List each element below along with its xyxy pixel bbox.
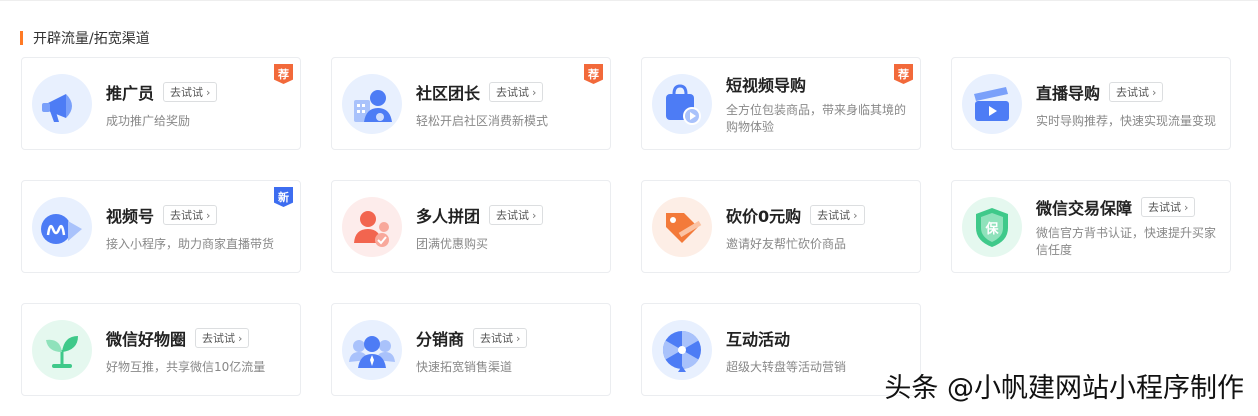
chevron-right-icon: › <box>532 208 537 222</box>
shopping-bag-play-icon <box>652 74 712 134</box>
chevron-right-icon: › <box>532 85 537 99</box>
card-short-video-guide[interactable]: 短视频导购 全方位包装商品，带来身临其境的购物体验 荐 <box>641 57 921 150</box>
try-button[interactable]: 去试试 › <box>473 328 528 348</box>
price-tag-cut-icon <box>652 197 712 257</box>
chevron-right-icon: › <box>238 331 243 345</box>
card-description: 微信官方背书认证，快速提升买家信任度 <box>1036 226 1217 257</box>
try-button[interactable]: 去试试 › <box>1109 82 1164 102</box>
card-description: 轻松开启社区消费新模式 <box>416 114 549 128</box>
video-channel-icon <box>32 197 92 257</box>
card-title: 砍价0元购 <box>726 207 802 226</box>
chevron-right-icon: › <box>1152 85 1157 99</box>
card-wechat-trade-guarantee[interactable]: 保 微信交易保障 去试试 › 微信官方背书认证，快速提升买家信任度 <box>951 180 1231 273</box>
card-description: 快速拓宽销售渠道 <box>416 360 513 374</box>
chevron-right-icon: › <box>1184 200 1189 214</box>
chevron-right-icon: › <box>853 208 858 222</box>
card-title: 短视频导购 <box>726 76 807 95</box>
card-distributor[interactable]: 分销商 去试试 › 快速拓宽销售渠道 <box>331 303 611 396</box>
recommend-badge: 荐 <box>584 64 603 84</box>
sprout-icon <box>32 320 92 380</box>
try-button[interactable]: 去试试 › <box>163 205 218 225</box>
card-title: 微信好物圈 <box>106 330 187 349</box>
try-button[interactable]: 去试试 › <box>489 82 544 102</box>
shield-icon: 保 <box>962 197 1022 257</box>
card-description: 成功推广给奖励 <box>106 114 191 128</box>
community-leader-icon <box>342 74 402 134</box>
clapperboard-icon <box>962 74 1022 134</box>
card-video-channel[interactable]: 视频号 去试试 › 接入小程序，助力商家直播带货 新 <box>21 180 301 273</box>
card-description: 团满优惠购买 <box>416 237 489 251</box>
try-button[interactable]: 去试试 › <box>810 205 865 225</box>
card-title: 互动活动 <box>726 330 791 349</box>
card-live-guide[interactable]: 直播导购 去试试 › 实时导购推荐，快速实现流量变现 <box>951 57 1231 150</box>
top-divider <box>0 0 1258 1</box>
card-bargain[interactable]: 砍价0元购 去试试 › 邀请好友帮忙砍价商品 <box>641 180 921 273</box>
recommend-badge: 荐 <box>274 64 293 84</box>
chevron-right-icon: › <box>206 208 211 222</box>
card-description: 全方位包装商品，带来身临其境的购物体验 <box>726 103 907 134</box>
card-community-leader[interactable]: 社区团长 去试试 › 轻松开启社区消费新模式 荐 <box>331 57 611 150</box>
watermark-text: 头条 @小帆建网站小程序制作 <box>884 373 1244 404</box>
try-button[interactable]: 去试试 › <box>163 82 218 102</box>
section-title: 开辟流量/拓宽渠道 <box>20 29 150 47</box>
try-button[interactable]: 去试试 › <box>489 205 544 225</box>
card-title: 直播导购 <box>1036 84 1101 103</box>
shield-icon-text: 保 <box>984 221 999 237</box>
card-interactive-activity[interactable]: 互动活动 超级大转盘等活动营销 <box>641 303 921 396</box>
section-title-text: 开辟流量/拓宽渠道 <box>33 31 150 47</box>
card-description: 邀请好友帮忙砍价商品 <box>726 237 847 251</box>
card-title: 分销商 <box>416 330 465 349</box>
card-promoter[interactable]: 推广员 去试试 › 成功推广给奖励 荐 <box>21 57 301 150</box>
card-title: 微信交易保障 <box>1036 199 1133 218</box>
card-title: 推广员 <box>106 84 155 103</box>
card-title: 视频号 <box>106 207 155 226</box>
recommend-badge: 荐 <box>894 64 913 84</box>
chevron-right-icon: › <box>206 85 211 99</box>
card-description: 好物互推，共享微信10亿流量 <box>106 360 266 374</box>
group-buy-users-icon <box>342 197 402 257</box>
try-button[interactable]: 去试试 › <box>195 328 250 348</box>
distributor-users-icon <box>342 320 402 380</box>
card-wechat-good-things[interactable]: 微信好物圈 去试试 › 好物互推，共享微信10亿流量 <box>21 303 301 396</box>
card-description: 接入小程序，助力商家直播带货 <box>106 237 275 251</box>
card-title: 社区团长 <box>416 84 481 103</box>
chevron-right-icon: › <box>516 331 521 345</box>
megaphone-icon <box>32 74 92 134</box>
card-group-buy[interactable]: 多人拼团 去试试 › 团满优惠购买 <box>331 180 611 273</box>
section-title-accent-bar <box>20 31 23 45</box>
try-button[interactable]: 去试试 › <box>1141 197 1196 217</box>
new-badge: 新 <box>274 187 293 207</box>
wheel-icon <box>652 320 712 380</box>
card-description: 实时导购推荐，快速实现流量变现 <box>1036 114 1217 128</box>
card-title: 多人拼团 <box>416 207 481 226</box>
